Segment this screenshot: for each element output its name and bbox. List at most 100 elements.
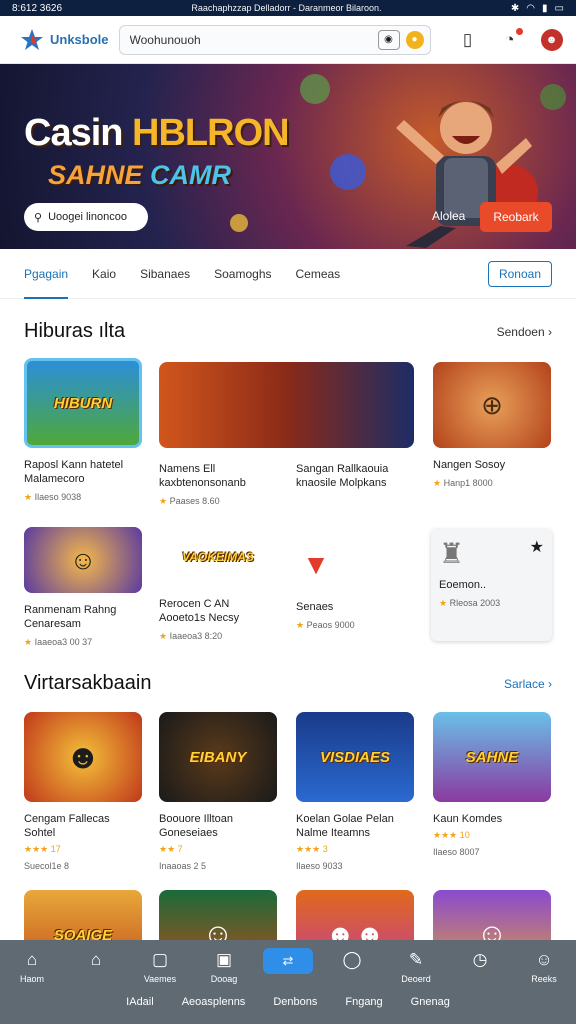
house-outline-icon: ⌂ <box>90 950 102 969</box>
bottom-label[interactable]: Fngang <box>345 996 382 1008</box>
game-thumbnail: VAOKEIMAS <box>159 527 277 587</box>
star-logo-icon <box>21 28 43 50</box>
notification-dot <box>515 27 523 35</box>
game-card[interactable]: ▼ Senaes ★ Peaos 9000 <box>296 540 414 631</box>
nav-chat[interactable]: ▢ Vaemes <box>132 950 188 984</box>
tab-2[interactable]: Sibanaes <box>140 249 190 299</box>
hero-title: Casin HBLRON <box>24 112 290 154</box>
tab-4[interactable]: Cemeas <box>296 249 341 299</box>
bottom-label[interactable]: Aeoasplenns <box>182 996 246 1008</box>
rating: ★★★ 17 <box>24 844 61 854</box>
star-icon[interactable]: ★ <box>530 537 544 557</box>
compass-icon: ⊕ <box>481 389 503 420</box>
hero-banner[interactable]: Casin HBLRON SAHNE CAMR ⚲ Uoogei linonco… <box>0 64 576 249</box>
status-time: 8:612 3626 <box>12 2 63 14</box>
monkey-icon: ☺ <box>69 544 97 575</box>
hero-link[interactable]: Alolea <box>432 209 465 223</box>
section1-title: Hiburas ılta <box>24 320 126 342</box>
nav-clock[interactable]: ◷ <box>452 950 508 984</box>
search-input[interactable] <box>129 32 372 47</box>
game-card[interactable]: ☻ Cengam Fallecas Sohtel ★★★ 17 Suecol1e… <box>24 712 142 871</box>
brand-logo[interactable]: Unksbole <box>20 28 109 52</box>
game-card[interactable]: Namens Ell kaxbtenonsonanb ★ Paases 8.60 <box>159 462 277 507</box>
bookmark-icon[interactable]: ▯ <box>457 29 479 51</box>
game-card[interactable]: ☺ Ranmenam Rahng Cenaresam ★ Iaaeoa3 00 … <box>24 527 142 648</box>
game-card[interactable]: VAOKEIMAS Rerocen C AN Aooeto1s Necsy ★ … <box>159 527 277 642</box>
game-card[interactable] <box>159 362 414 448</box>
game-meta: ★ Ilaeso 9038 <box>24 492 82 502</box>
nav-house[interactable]: ⌂ <box>68 950 124 984</box>
top-actions: ▯ ◔ ☻ <box>457 27 563 51</box>
game-thumbnail: ⊕ <box>433 362 551 448</box>
nav-label: Dooag <box>210 974 238 984</box>
game-card[interactable]: HIBURN Raposl Kann hatetel Malamecoro ★ … <box>24 358 142 503</box>
game-thumbnail: EIBANY <box>159 712 277 802</box>
game-title: Ranmenam Rahng Cenaresam <box>24 604 117 630</box>
avatar[interactable]: ☻ <box>540 28 563 51</box>
hero-orb <box>300 74 330 104</box>
game-thumbnail: VISDIAES <box>296 712 414 802</box>
rating: ★★★ 10 <box>433 830 470 840</box>
game-meta: Ilaeso 9033 <box>296 861 343 871</box>
game-card[interactable]: EIBANY Boouore Illtoan Goneseiaes ★★ 7 I… <box>159 712 277 871</box>
nav-message[interactable]: ◯ <box>324 950 380 984</box>
message-icon: ◯ <box>342 950 362 969</box>
tab-1[interactable]: Kaio <box>92 249 116 299</box>
game-meta: ★ Hanp1 8000 <box>433 478 493 488</box>
game-thumbnail: SAHNE <box>433 712 551 802</box>
game-meta: ★ Iaaeoa3 8:20 <box>159 631 223 641</box>
nav-edit[interactable]: ✎ Deoerd <box>388 950 444 984</box>
image-icon: ▣ <box>215 950 233 969</box>
status-icons: ✱ ◠ ▮ ▭ <box>511 3 564 14</box>
game-title: Senaes <box>296 601 334 613</box>
search-bar[interactable]: ◉ ● <box>118 24 431 55</box>
rating: ★★★ 3 <box>296 844 328 854</box>
hero-search[interactable]: ⚲ Uoogei linoncoo <box>24 203 148 231</box>
section2-title: Virtarsakbaain <box>24 672 152 694</box>
tab-0[interactable]: Pgagain <box>24 249 69 299</box>
coin-icon[interactable]: ● <box>405 30 424 49</box>
status-bar: 8:612 3626 Raachaphzzap Delladorr - Dara… <box>0 0 576 16</box>
character-icon: ☻ <box>65 737 101 776</box>
nav-label: Haom <box>19 974 44 984</box>
edit-icon: ✎ <box>408 950 424 969</box>
nav-switch[interactable]: ⇄ <box>260 948 316 984</box>
game-meta: Ilaeso 8007 <box>433 847 480 857</box>
section1-header: Hiburas ılta Sendoen › <box>0 320 576 343</box>
app-screen: 8:612 3626 Raachaphzzap Delladorr - Dara… <box>0 0 576 1024</box>
hero-button[interactable]: Reobark <box>480 202 552 232</box>
switch-icon: ⇄ <box>263 948 313 974</box>
robot-icon: ♜ <box>439 538 465 569</box>
game-card[interactable]: ⊕ Nangen Sosoy ★ Hanp1 8000 <box>433 362 551 489</box>
camera-icon[interactable]: ◉ <box>377 29 400 50</box>
bottom-label[interactable]: Denbons <box>273 996 317 1008</box>
notification-icon[interactable]: ◔ <box>499 27 523 51</box>
game-thumbnail: HIBURN <box>24 358 142 448</box>
search-icon: ⚲ <box>34 211 43 224</box>
game-meta: ★ Rleosa 2003 <box>439 598 501 608</box>
nav-label: Deoerd <box>401 974 431 984</box>
game-title: Boouore Illtoan Goneseiaes <box>159 813 233 839</box>
game-card[interactable]: SAHNE Kaun Komdes ★★★ 10 Ilaeso 8007 <box>433 712 551 857</box>
game-title: Kaun Komdes <box>433 813 503 825</box>
nav-profile[interactable]: ☺ Reeks <box>516 950 572 984</box>
bottom-label[interactable]: Gnenag <box>411 996 450 1008</box>
game-card[interactable]: Sangan Rallkaouia knaosile Molpkans <box>296 462 414 490</box>
category-tabs: Pgagain Kaio Sibanaes Soamoghs Cemeas Ro… <box>0 249 576 299</box>
game-card-featured[interactable]: ★ ♜ Eoemon.. ★ Rleosa 2003 <box>431 529 552 641</box>
section1-see-all-link[interactable]: Sendoen › <box>497 325 552 339</box>
clock-icon: ◷ <box>472 950 488 969</box>
wifi-icon: ◠ <box>526 2 536 14</box>
hammer-icon: ▼ <box>302 549 330 580</box>
game-card[interactable]: VISDIAES Koelan Golae Pelan Nalme Iteamn… <box>296 712 414 871</box>
hero-orb <box>230 214 248 232</box>
brand-name: Unksbole <box>50 32 109 47</box>
bottom-nav-items: ⌂ Haom ⌂ ▢ Vaemes ▣ Dooag ⇄ ◯ ✎ Deoerd ◷ ☺ Re… <box>0 940 576 984</box>
nav-home[interactable]: ⌂ Haom <box>4 950 60 984</box>
tab-3[interactable]: Soamoghs <box>214 249 271 299</box>
game-meta: ★ Peaos 9000 <box>296 620 355 630</box>
bottom-label[interactable]: IAdail <box>126 996 154 1008</box>
section2-see-all-link[interactable]: Sarlace › <box>504 677 552 691</box>
tabs-action-button[interactable]: Ronoan <box>488 261 552 287</box>
nav-image[interactable]: ▣ Dooag <box>196 950 252 984</box>
